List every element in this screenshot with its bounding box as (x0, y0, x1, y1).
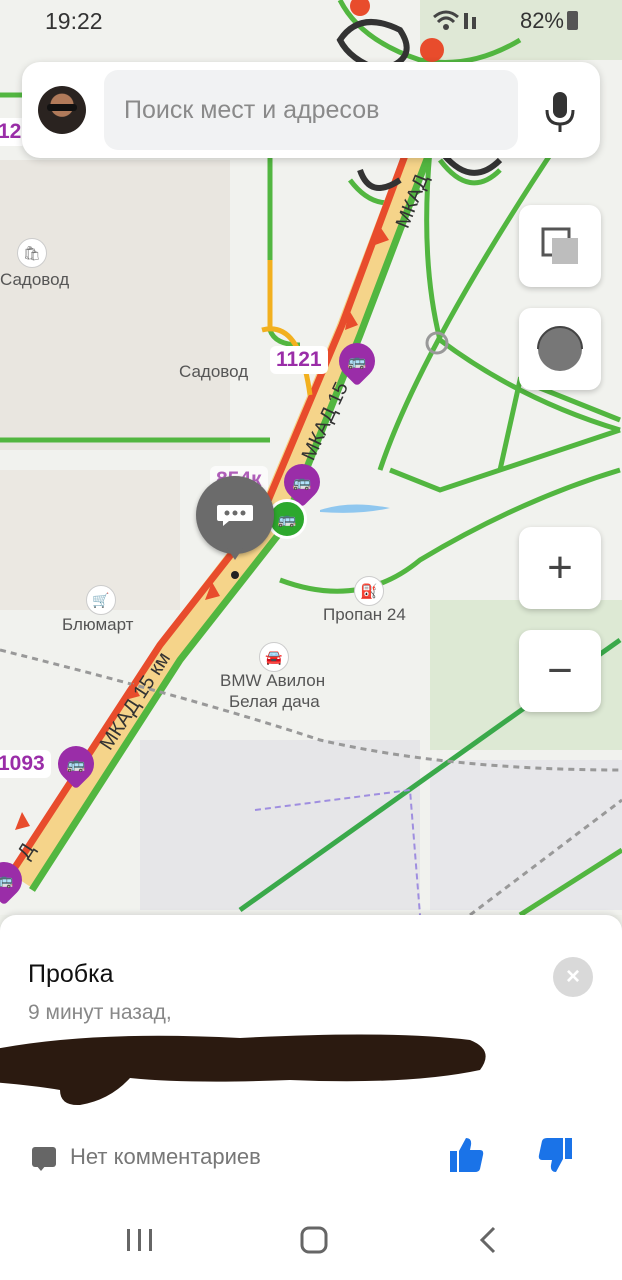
route-label-1121[interactable]: 1121 (270, 346, 328, 374)
traffic-button[interactable] (519, 308, 601, 390)
battery-icon (567, 11, 578, 30)
avatar[interactable] (38, 86, 86, 134)
comment-icon (32, 1147, 56, 1171)
comments-row[interactable]: Нет комментариев (32, 1143, 261, 1171)
layers-icon (541, 227, 578, 264)
shopping-cart-icon[interactable]: 🛒 (86, 585, 116, 615)
search-field[interactable] (104, 70, 518, 150)
zoom-out-button[interactable]: − (519, 630, 601, 712)
battery-level: 82% (519, 8, 564, 33)
system-nav-bar (0, 1200, 622, 1280)
close-button[interactable]: × (553, 957, 593, 997)
microphone-icon[interactable] (542, 90, 578, 134)
road-event-chat-icon[interactable] (196, 476, 274, 560)
poi-label-sadovod-left[interactable]: Садовод (0, 270, 69, 290)
ellipsis-icon (217, 505, 253, 526)
shopping-bag-icon[interactable]: 🛍 (17, 238, 47, 268)
poi-label-sadovod-mid[interactable]: Садовод (179, 362, 248, 382)
wifi-icon (432, 9, 482, 36)
poi-label-propan[interactable]: Пропан 24 (323, 605, 406, 625)
search-bar (22, 62, 600, 158)
poi-label-bmw-line2[interactable]: Белая дача (229, 692, 320, 712)
redaction-scribble (0, 1034, 486, 1106)
traffic-icon (537, 326, 583, 371)
route-label-1093[interactable]: 1093 (0, 750, 51, 778)
gas-station-icon[interactable]: ⛽ (354, 576, 384, 606)
poi-label-blumart[interactable]: Блюмарт (62, 615, 133, 635)
comments-label: Нет комментариев (70, 1144, 261, 1169)
search-input[interactable] (104, 70, 504, 150)
thumbs-down-icon[interactable] (534, 1133, 578, 1177)
home-icon[interactable] (294, 1220, 334, 1260)
thumbs-up-icon[interactable] (444, 1133, 488, 1177)
recent-apps-icon[interactable] (120, 1220, 160, 1260)
poi-label-bmw-line1[interactable]: BMW Авилон (220, 671, 325, 691)
zoom-in-button[interactable]: + (519, 527, 601, 609)
status-bar: 19:22 82% (0, 0, 622, 44)
layers-button[interactable] (519, 205, 601, 287)
car-dealer-icon[interactable]: 🚘 (259, 642, 289, 672)
back-icon[interactable] (468, 1220, 508, 1260)
event-title: Пробка (28, 960, 114, 988)
status-time: 19:22 (45, 8, 103, 34)
